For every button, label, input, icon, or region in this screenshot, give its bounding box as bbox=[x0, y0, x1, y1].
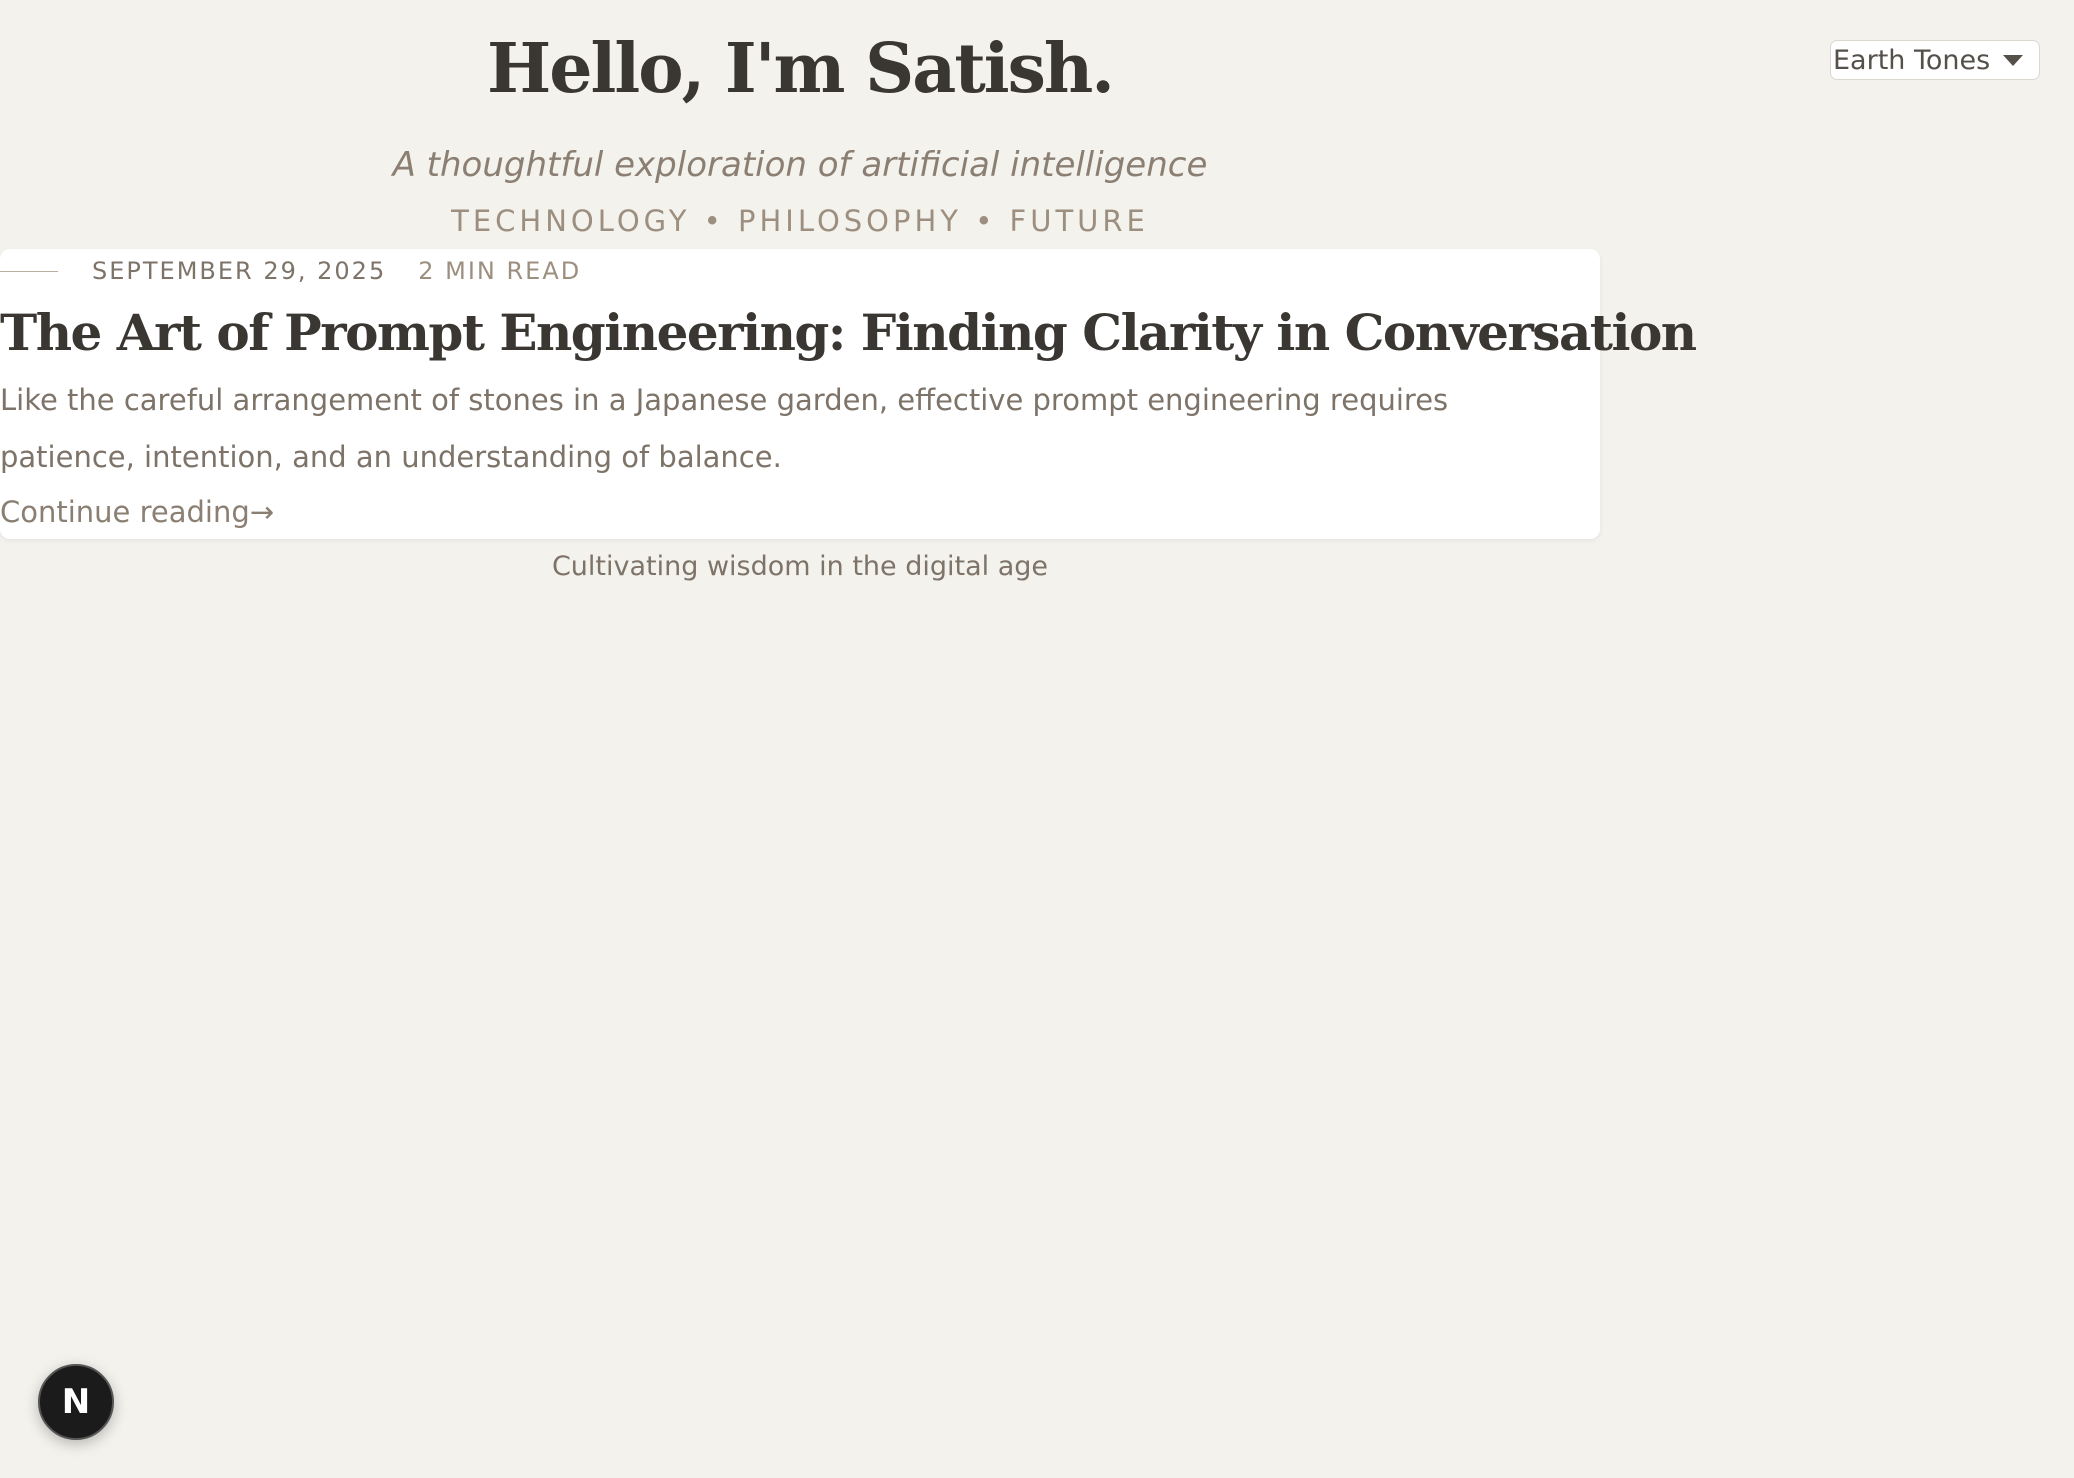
footer-note: Cultivating wisdom in the digital age bbox=[551, 551, 1049, 582]
site-tagline: A thoughtful exploration of artificial i… bbox=[392, 145, 1208, 185]
n-logo-icon: N bbox=[61, 1382, 91, 1422]
continue-reading-link[interactable]: Continue reading→ bbox=[0, 490, 274, 534]
post-excerpt: Like the careful arrangement of stones i… bbox=[0, 383, 1449, 474]
chevron-down-icon bbox=[2003, 54, 2023, 66]
post-read-time: 2 MIN READ bbox=[418, 257, 582, 285]
theme-select-value: Earth Tones bbox=[1833, 44, 1991, 76]
post-title[interactable]: The Art of Prompt Engineering: Finding C… bbox=[0, 298, 1697, 368]
nextjs-dev-badge[interactable]: N bbox=[38, 1364, 114, 1440]
meta-divider bbox=[0, 270, 58, 272]
site-topics: TECHNOLOGY • PHILOSOPHY • FUTURE bbox=[451, 204, 1149, 238]
site-title: Hello, I'm Satish. bbox=[487, 29, 1115, 109]
post-meta: SEPTEMBER 29, 2025 2 MIN READ bbox=[0, 256, 581, 286]
theme-select[interactable]: Earth Tones bbox=[1830, 40, 2040, 80]
post-date: SEPTEMBER 29, 2025 bbox=[92, 257, 387, 285]
